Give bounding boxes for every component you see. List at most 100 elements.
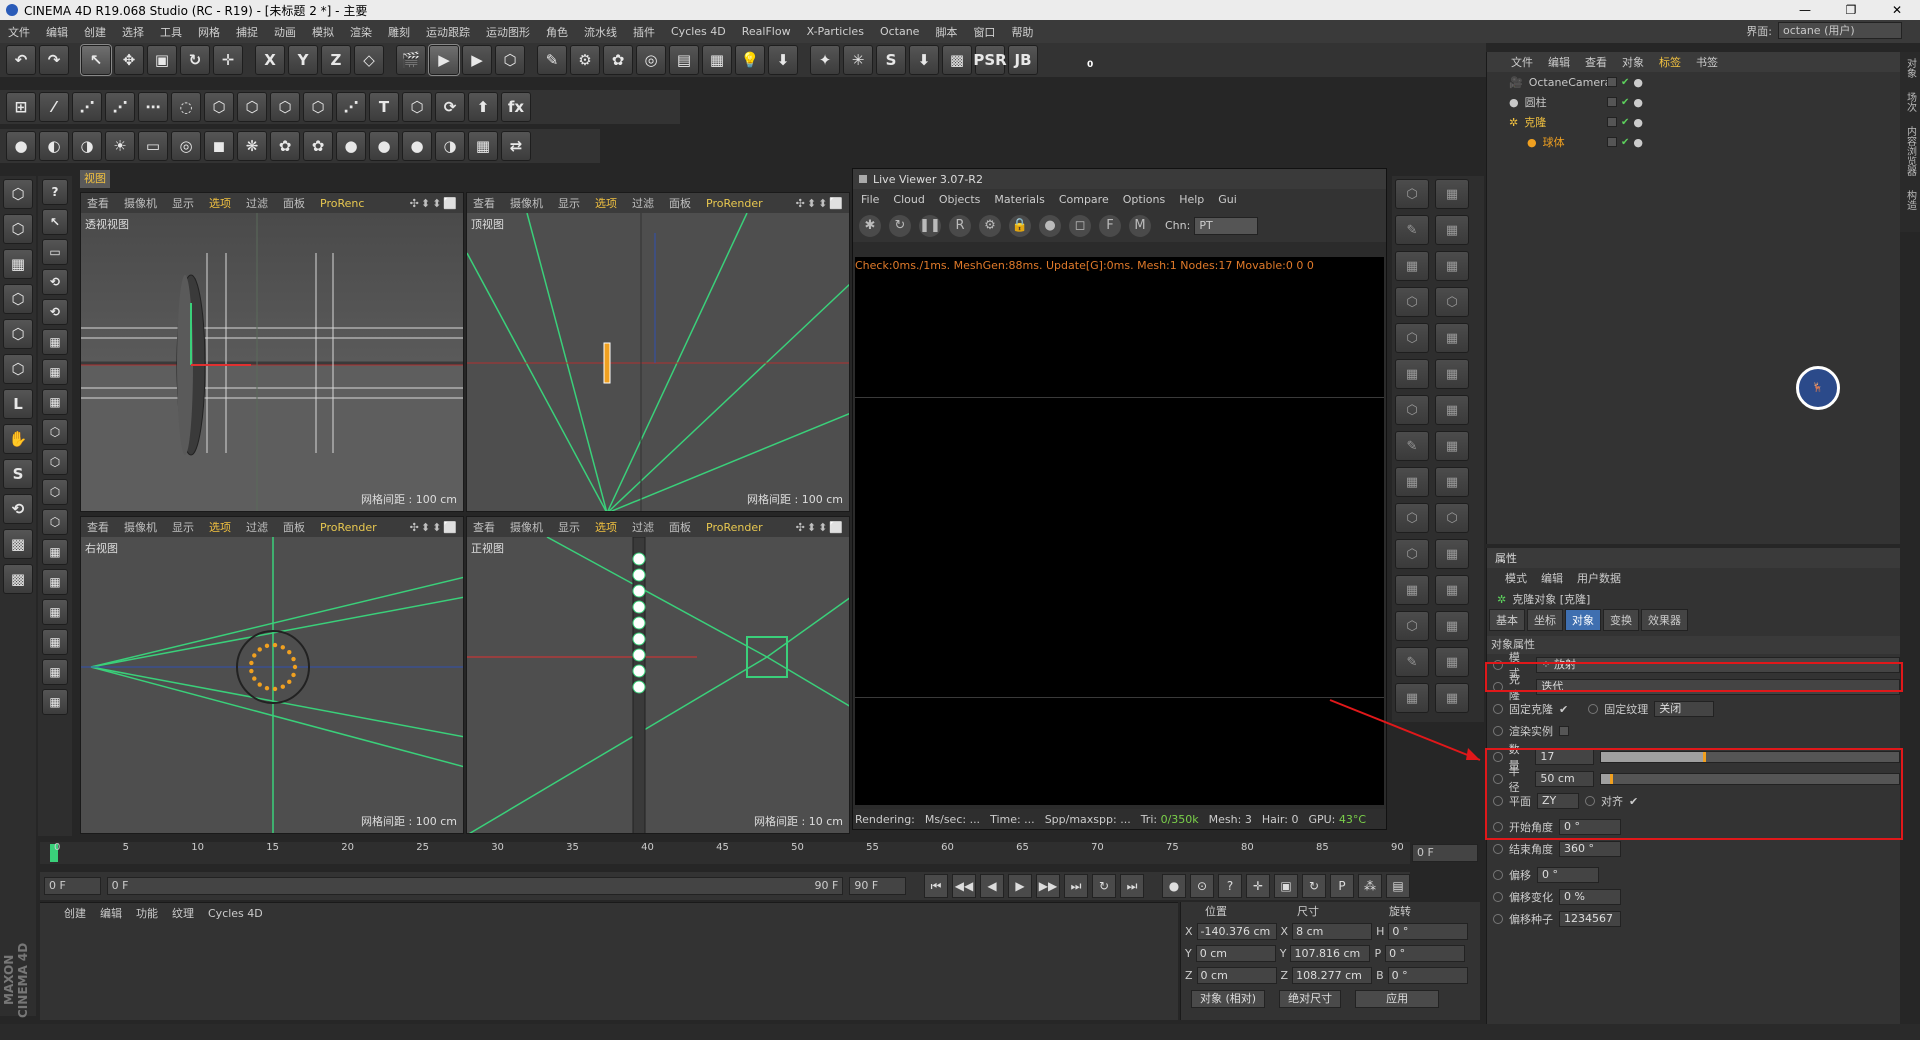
lv-menu-item[interactable]: Options [1123, 193, 1165, 206]
object-row[interactable]: ✲ 克隆 ✔ ● [1487, 112, 1900, 132]
toolbar-button[interactable]: ✛ [213, 45, 243, 75]
viewport-menu-item[interactable]: 查看 [473, 195, 495, 211]
menu-item[interactable]: 工具 [160, 24, 182, 40]
viewport-menu-item[interactable]: 过滤 [632, 195, 654, 211]
key-button[interactable]: ⁂ [1358, 874, 1382, 898]
om-menu-item[interactable]: 书签 [1696, 54, 1718, 70]
current-frame-field[interactable]: 0 F [1412, 844, 1478, 862]
strip-tool-icon[interactable]: ▦ [1435, 251, 1469, 281]
toolbar-button[interactable]: ⬡ [204, 92, 234, 122]
toolbar-button[interactable]: ⊞ [6, 92, 36, 122]
strip-tool-icon[interactable]: ▦ [1435, 395, 1469, 425]
material-menu-item[interactable]: 编辑 [100, 905, 122, 921]
viewport-right[interactable]: 查看 摄像机 显示 选项 过滤 面板 ProRender ✣⬍⬍⬜ 右视图 网格间距 : 10… [80, 516, 464, 834]
toolbar-button[interactable]: ⚙ [570, 45, 600, 75]
transport-button[interactable]: ↻ [1092, 874, 1116, 898]
toolbar-button[interactable]: ◌ [171, 92, 201, 122]
strip-tool-icon[interactable]: ▦ [1395, 359, 1429, 389]
strip-tool-icon[interactable]: ▦ [1395, 575, 1429, 605]
mode-tool-icon[interactable]: ▦ [3, 249, 33, 279]
menu-item[interactable]: 流水线 [584, 24, 617, 40]
key-button[interactable]: ▤ [1386, 874, 1410, 898]
renderer-label[interactable]: ProRender [320, 521, 377, 534]
toolbar-button[interactable]: ▭ [138, 131, 168, 161]
object-row[interactable]: ● 球体 ✔ ● [1487, 132, 1900, 152]
toolbar-button[interactable]: ⬡ [237, 92, 267, 122]
toolbar-button[interactable]: JB [1008, 45, 1038, 75]
menu-item[interactable]: 文件 [8, 24, 30, 40]
coord-field[interactable]: -140.376 cm [1196, 922, 1277, 940]
toolbar-button[interactable]: ✿ [303, 131, 333, 161]
transport-button[interactable]: ◀◀ [952, 874, 976, 898]
lv-menu-item[interactable]: Gui [1218, 193, 1237, 206]
toolbar-button[interactable]: ⬡ [495, 45, 525, 75]
menu-item[interactable]: X-Particles [807, 25, 864, 38]
object-name[interactable]: 克隆 [1524, 114, 1546, 130]
tag-icon[interactable]: ● [1633, 96, 1643, 109]
toolbar-button[interactable]: ● [402, 131, 432, 161]
visibility-icon[interactable] [1607, 77, 1617, 87]
lv-menu-item[interactable]: Help [1179, 193, 1204, 206]
offset-seed-field[interactable]: 1234567 [1559, 911, 1621, 927]
attr-tab[interactable]: 效果器 [1641, 609, 1688, 631]
viewport-menu-item[interactable]: 摄像机 [510, 519, 543, 535]
object-name[interactable]: 球体 [1543, 134, 1565, 150]
side-tab[interactable]: 内容浏览器 [1903, 126, 1918, 176]
viewport-menu-item[interactable]: 查看 [473, 519, 495, 535]
strip-tool-icon[interactable]: ▦ [1435, 431, 1469, 461]
viewport-menu-item[interactable]: 查看 [87, 519, 109, 535]
attr-menu-item[interactable]: 编辑 [1541, 570, 1563, 586]
render-area[interactable] [855, 257, 1384, 805]
range-slider[interactable]: 0 F 90 F [106, 877, 844, 895]
renderer-label[interactable]: ProRenc [320, 197, 364, 210]
viewport-top[interactable]: 查看 摄像机 显示 选项 过滤 面板 ProRender ✣⬍⬍⬜ 顶视图 网格间距 : 10… [466, 192, 850, 512]
fix-clone-check[interactable]: ✔ [1559, 703, 1568, 716]
toolbar-button[interactable]: ▦ [702, 45, 732, 75]
tool-icon[interactable]: ? [42, 179, 68, 205]
menu-item[interactable]: 脚本 [935, 24, 957, 40]
toolbar-button[interactable]: ◑ [435, 131, 465, 161]
viewport-nav-icons[interactable]: ✣⬍⬍⬜ [796, 521, 845, 534]
object-name[interactable]: OctaneCamera [1529, 76, 1612, 89]
toolbar-button[interactable]: ⟳ [435, 92, 465, 122]
object-row[interactable]: ● 圆柱 ✔ ● [1487, 92, 1900, 112]
strip-tool-icon[interactable]: ▦ [1435, 575, 1469, 605]
minimize-button[interactable]: — [1782, 0, 1828, 20]
attr-menu-item[interactable]: 用户数据 [1577, 570, 1621, 586]
side-tab[interactable]: 对象 [1903, 58, 1918, 78]
toolbar-button[interactable]: ▣ [147, 45, 177, 75]
fix-texture-dropdown[interactable]: 关闭 [1654, 701, 1715, 717]
toolbar-button[interactable]: ⬡ [402, 92, 432, 122]
menu-item[interactable]: RealFlow [742, 25, 791, 38]
toolbar-button[interactable]: ◐ [39, 131, 69, 161]
key-button[interactable]: ↻ [1302, 874, 1326, 898]
tool-icon[interactable]: ⟲ [42, 269, 68, 295]
menu-item[interactable]: Octane [880, 25, 920, 38]
renderer-label[interactable]: ProRender [706, 521, 763, 534]
toolbar-button[interactable]: ✎ [537, 45, 567, 75]
toolbar-button[interactable]: ✳ [843, 45, 873, 75]
restart-render-icon[interactable]: ↻ [889, 214, 911, 237]
strip-tool-icon[interactable]: ⬡ [1395, 395, 1429, 425]
visibility-icon[interactable] [1607, 137, 1617, 147]
attr-menu-item[interactable]: 模式 [1505, 570, 1527, 586]
menu-item[interactable]: 网格 [198, 24, 220, 40]
tag-icon[interactable]: ● [1633, 116, 1643, 129]
tool-icon[interactable]: ⬡ [42, 419, 68, 445]
mode-tool-icon[interactable]: ⬡ [3, 214, 33, 244]
start-frame-field[interactable]: 0 F [44, 877, 101, 895]
toolbar-button[interactable]: Z [321, 45, 351, 75]
lv-menu-item[interactable]: Compare [1059, 193, 1109, 206]
tool-icon[interactable]: ↖ [42, 209, 68, 235]
transport-button[interactable]: ⏮ [924, 874, 948, 898]
om-menu-item[interactable]: 对象 [1622, 54, 1644, 70]
render-instances-check[interactable] [1559, 726, 1569, 736]
viewport-menu-item[interactable]: 显示 [172, 519, 194, 535]
toolbar-button[interactable]: ❋ [237, 131, 267, 161]
material-ball-icon[interactable]: ● [1039, 214, 1061, 237]
viewport-menu-item[interactable]: 摄像机 [510, 195, 543, 211]
attr-tab[interactable]: 基本 [1489, 609, 1525, 631]
tool-icon[interactable]: ▦ [42, 689, 68, 715]
end-angle-field[interactable]: 360 ° [1559, 841, 1621, 857]
tag-icon[interactable]: ● [1633, 76, 1643, 89]
